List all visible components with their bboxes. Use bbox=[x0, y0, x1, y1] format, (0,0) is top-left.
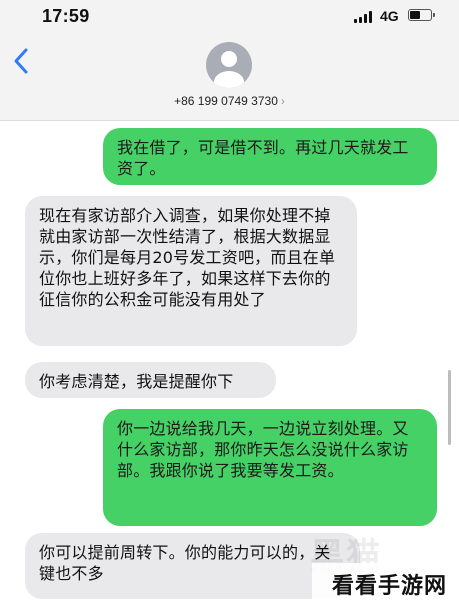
scrollbar[interactable] bbox=[448, 370, 451, 445]
message-bubble-sent[interactable]: 我在借了，可是借不到。再过几天就发工资了。 bbox=[103, 128, 437, 185]
contact-avatar-icon[interactable] bbox=[206, 42, 252, 88]
watermark-label: 看看手游网 bbox=[332, 574, 448, 599]
battery-icon bbox=[408, 9, 435, 21]
contact-number-text: +86 199 0749 3730 bbox=[174, 94, 278, 108]
signal-strength-icon bbox=[354, 10, 374, 23]
status-bar: 17:59 4G bbox=[0, 0, 459, 34]
status-time: 17:59 bbox=[42, 6, 90, 26]
chevron-right-icon: › bbox=[280, 94, 285, 108]
network-type: 4G bbox=[380, 8, 399, 24]
message-bubble-received[interactable]: 你考虑清楚，我是提醒你下 bbox=[25, 362, 276, 398]
conversation-header: +86 199 0749 3730 › bbox=[0, 34, 459, 121]
message-bubble-sent[interactable]: 你一边说给我几天，一边说立刻处理。又什么家访部，那你昨天怎么没说什么家访部。我跟… bbox=[103, 409, 437, 526]
battery-level-fill bbox=[410, 11, 420, 19]
back-chevron-icon[interactable] bbox=[10, 46, 34, 76]
contact-number[interactable]: +86 199 0749 3730 › bbox=[0, 94, 459, 108]
message-bubble-received[interactable]: 现在有家访部介入调查，如果你处理不掉就由家访部一次性结清了，根据大数据显示，你们… bbox=[25, 196, 357, 346]
